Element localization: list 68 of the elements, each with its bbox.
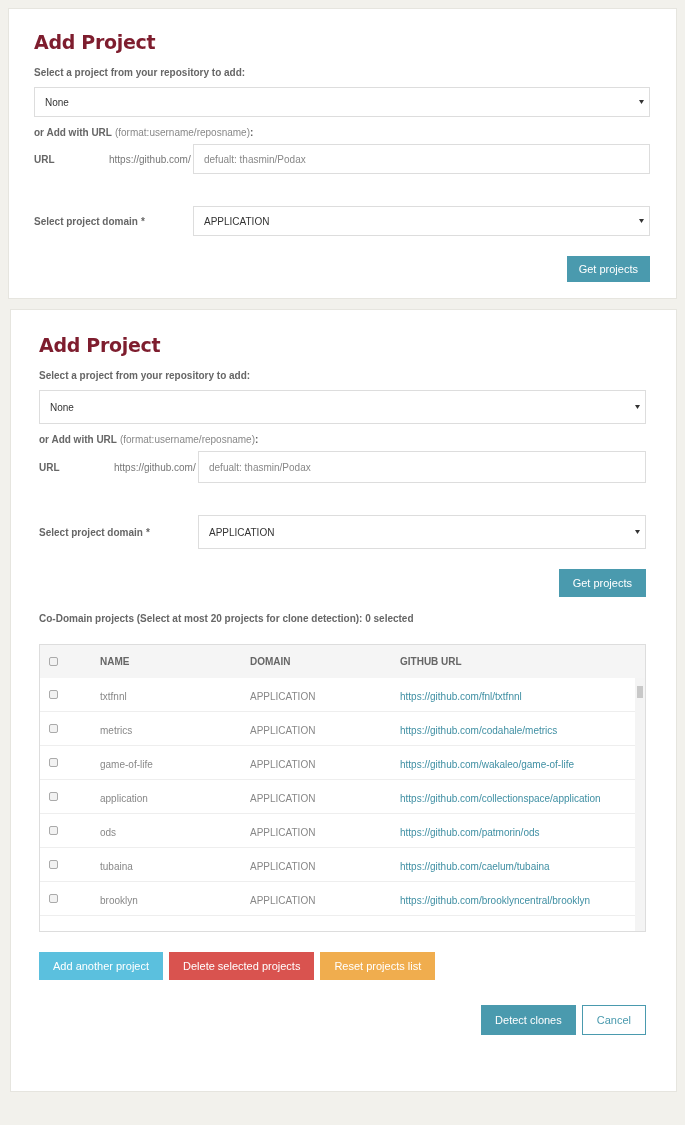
- section-label: Co-Domain projects (Select at most 20 projects for clone detection): 0 selected: [39, 613, 415, 624]
- action-button[interactable]: Delete selected projects: [169, 952, 315, 980]
- page-title: Add Project: [34, 31, 157, 53]
- format-hint: (format:username/reposname): [114, 127, 250, 138]
- get-projects-button[interactable]: Get projects: [566, 256, 650, 282]
- table-cell: APPLICATION: [250, 860, 316, 872]
- scrollbar[interactable]: [635, 678, 645, 931]
- table-cell: metrics: [100, 724, 133, 736]
- action-button[interactable]: Cancel: [581, 1005, 646, 1035]
- checkbox[interactable]: [49, 894, 58, 903]
- url-input-field[interactable]: defualt: thasmin/Podax: [198, 451, 646, 483]
- url-prefix: https://github.com/: [109, 153, 192, 165]
- table-cell: application: [100, 792, 148, 804]
- checkbox[interactable]: [49, 724, 58, 733]
- table-cell: APPLICATION: [250, 792, 316, 804]
- field-label: Select a project from your repository to add:: [34, 67, 247, 78]
- table-cell: APPLICATION: [250, 894, 316, 906]
- repository-link[interactable]: https://github.com/collectionspace/application: [400, 792, 601, 804]
- repository-select[interactable]: None: [34, 87, 650, 117]
- field-label: Select project domain: [34, 215, 138, 227]
- domain-select[interactable]: APPLICATION: [198, 515, 646, 549]
- repository-link[interactable]: https://github.com/codahale/metrics: [400, 724, 558, 736]
- table-cell: txtfnnl: [100, 690, 127, 702]
- url-input-field[interactable]: defualt: thasmin/Podax: [193, 144, 650, 174]
- caret-icon: [639, 219, 644, 223]
- table-cell: brooklyn: [100, 894, 138, 906]
- table-cell: APPLICATION: [250, 826, 316, 838]
- format-hint: (format:username/reposname): [119, 434, 255, 445]
- column-header: NAME: [100, 656, 131, 667]
- repository-link[interactable]: https://github.com/caelum/tubaina: [400, 860, 550, 872]
- checkbox[interactable]: [49, 657, 58, 666]
- repository-link[interactable]: https://github.com/wakaleo/game-of-life: [400, 758, 574, 770]
- checkbox[interactable]: [49, 826, 58, 835]
- field-label: Select project domain: [39, 526, 143, 538]
- required-mark: *: [145, 526, 150, 538]
- table-cell: ods: [100, 826, 117, 838]
- field-label: URL: [39, 461, 61, 473]
- url-prefix: https://github.com/: [114, 461, 197, 473]
- checkbox[interactable]: [49, 690, 58, 699]
- table-cell: APPLICATION: [250, 724, 316, 736]
- required-mark: *: [140, 215, 145, 227]
- column-header: GITHUB URL: [400, 656, 463, 667]
- table-cell: APPLICATION: [250, 758, 316, 770]
- action-button[interactable]: Detect clones: [481, 1005, 576, 1035]
- action-button[interactable]: Add another project: [39, 952, 163, 980]
- caret-icon: [635, 405, 640, 409]
- repository-link[interactable]: https://github.com/fnl/txtfnnl: [400, 690, 522, 702]
- checkbox[interactable]: [49, 860, 58, 869]
- caret-icon: [639, 100, 644, 104]
- repository-select[interactable]: None: [39, 390, 646, 424]
- checkbox[interactable]: [49, 792, 58, 801]
- table-cell: tubaina: [100, 860, 133, 872]
- table-cell: game-of-life: [100, 758, 153, 770]
- colon-text: :: [255, 434, 259, 445]
- field-label: URL: [34, 153, 56, 165]
- repository-link[interactable]: https://github.com/patmorin/ods: [400, 826, 540, 838]
- column-header: DOMAIN: [250, 656, 292, 667]
- field-label: Select a project from your repository to add:: [39, 370, 252, 381]
- table-cell: APPLICATION: [250, 690, 316, 702]
- caret-icon: [635, 530, 640, 534]
- page-title: Add Project: [39, 334, 162, 356]
- get-projects-button[interactable]: Get projects: [558, 569, 646, 597]
- colon-text: :: [250, 127, 254, 138]
- field-label: or Add with URL: [39, 434, 117, 445]
- domain-select[interactable]: APPLICATION: [193, 206, 650, 236]
- field-label: or Add with URL: [34, 127, 112, 138]
- checkbox[interactable]: [49, 758, 58, 767]
- repository-link[interactable]: https://github.com/brooklyncentral/brooklyn: [400, 894, 591, 906]
